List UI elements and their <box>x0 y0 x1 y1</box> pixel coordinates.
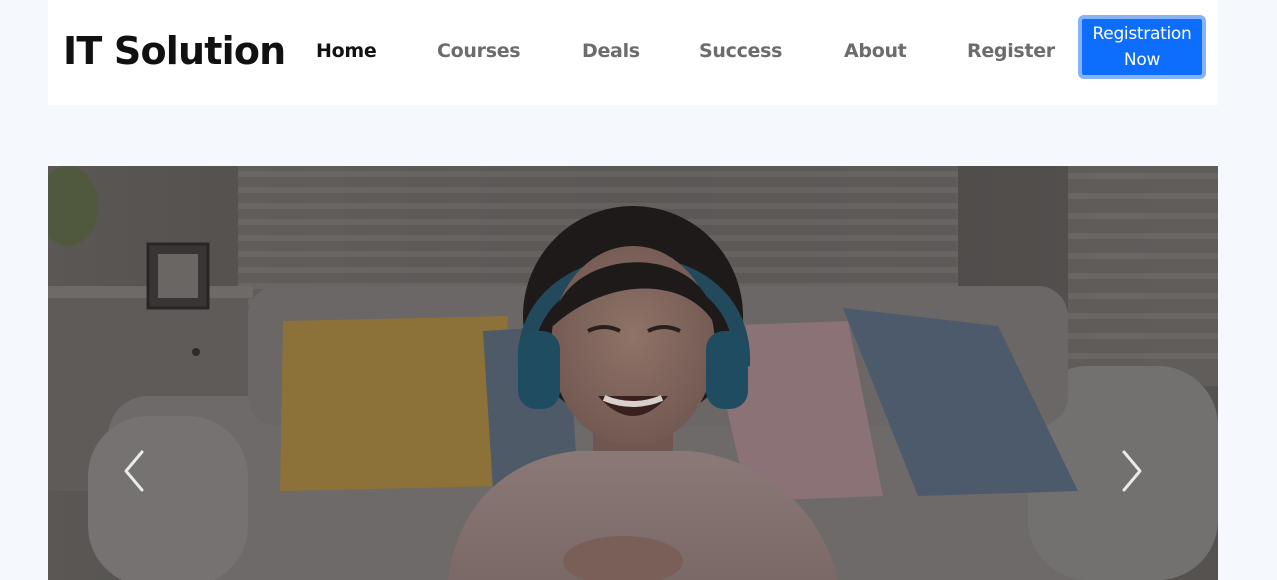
nav-link-register[interactable]: Register <box>967 39 1055 63</box>
hero-image <box>48 166 1218 580</box>
nav-link-deals[interactable]: Deals <box>582 39 640 63</box>
hero-carousel <box>48 166 1218 580</box>
navbar: IT Solution Home Courses Deals Success A… <box>48 0 1218 105</box>
nav-link-about[interactable]: About <box>844 39 907 63</box>
registration-now-label: Registration Now <box>1092 24 1192 70</box>
nav-link-home[interactable]: Home <box>316 39 377 63</box>
brand-logo[interactable]: IT Solution <box>63 27 286 75</box>
registration-now-button[interactable]: Registration Now <box>1078 15 1206 79</box>
chevron-left-icon <box>124 450 144 492</box>
chevron-right-icon <box>1122 450 1142 492</box>
nav-link-success[interactable]: Success <box>699 39 782 63</box>
nav-link-courses[interactable]: Courses <box>437 39 521 63</box>
carousel-prev-button[interactable] <box>116 446 156 496</box>
carousel-next-button[interactable] <box>1110 446 1150 496</box>
